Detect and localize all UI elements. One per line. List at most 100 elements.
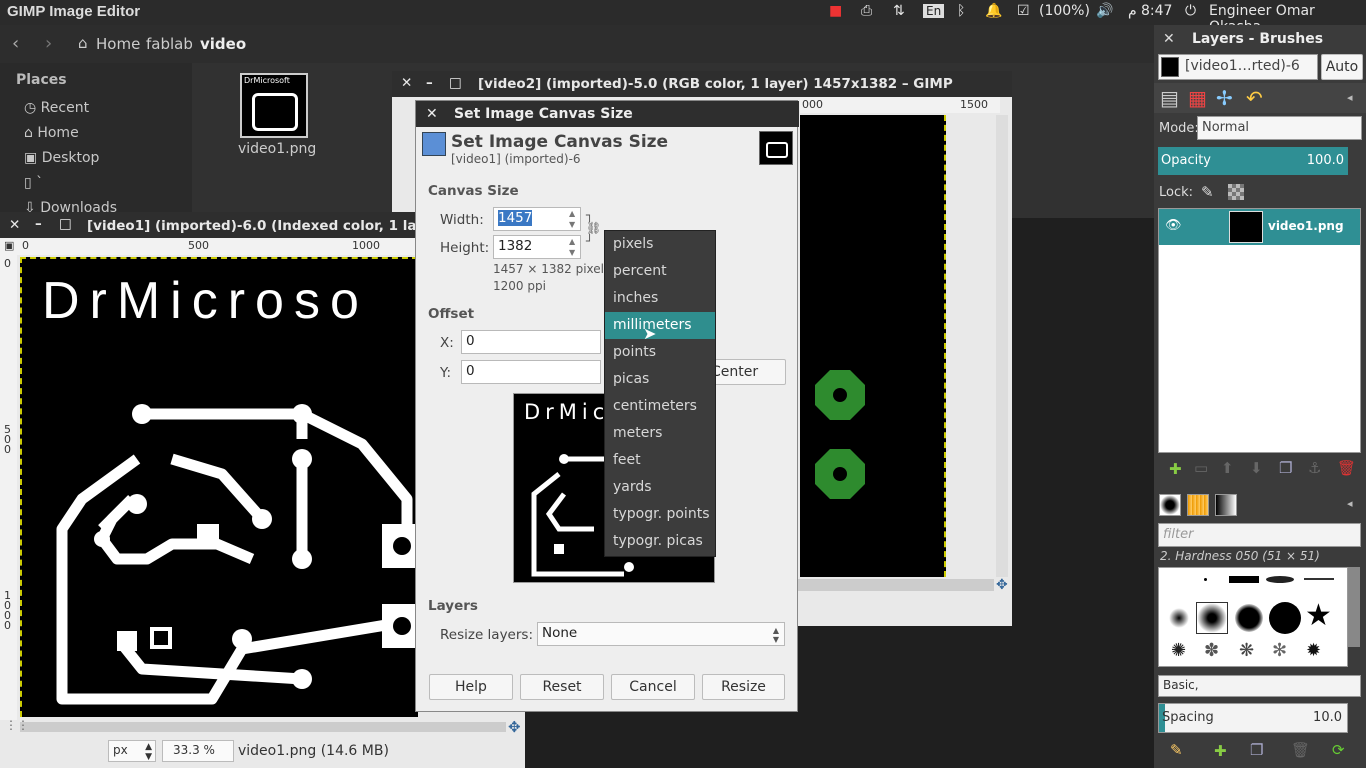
duplicate-layer-icon[interactable]: ❐ xyxy=(1279,459,1292,477)
channels-tab-icon[interactable]: ▦ xyxy=(1188,86,1207,110)
mode-select[interactable]: Normal xyxy=(1197,116,1362,140)
brush-item[interactable] xyxy=(1169,608,1189,628)
x-offset-input[interactable]: 0 xyxy=(461,330,601,354)
unit-option-percent[interactable]: percent xyxy=(605,258,715,285)
resize-layers-select[interactable]: None ▲ ▼ xyxy=(537,622,785,646)
minimize-icon[interactable]: – xyxy=(426,75,433,91)
close-icon[interactable]: ✕ xyxy=(426,106,438,122)
anchor-layer-icon[interactable]: ⚓ xyxy=(1308,459,1321,477)
breadcrumb-video[interactable]: video xyxy=(200,35,246,53)
raise-layer-icon[interactable]: ⬆ xyxy=(1221,459,1234,477)
clipboard-icon[interactable]: ☑ xyxy=(1017,3,1030,19)
place-desktop[interactable]: ▣ Desktop xyxy=(24,150,99,166)
y-offset-input[interactable]: 0 xyxy=(461,360,601,384)
tab-menu-icon[interactable]: ◂ xyxy=(1347,91,1353,104)
close-icon[interactable]: ✕ xyxy=(401,75,412,91)
brush-item[interactable]: ✻ xyxy=(1272,640,1287,661)
brushes-tab-icon[interactable] xyxy=(1159,494,1181,516)
brush-star-icon[interactable]: ★ xyxy=(1305,598,1332,633)
maximize-icon[interactable]: □ xyxy=(449,75,462,91)
brush-item[interactable] xyxy=(1229,576,1259,583)
auto-button[interactable]: Auto xyxy=(1321,54,1363,80)
close-icon[interactable]: ✕ xyxy=(9,217,20,233)
brush-item[interactable] xyxy=(1269,602,1301,634)
brush-item[interactable]: ✹ xyxy=(1306,640,1321,661)
video1-hscrollbar[interactable] xyxy=(20,722,506,732)
video2-scrollbar[interactable] xyxy=(996,115,1008,577)
tab-menu-icon[interactable]: ◂ xyxy=(1347,497,1353,510)
brush-scrollbar[interactable] xyxy=(1348,567,1360,647)
unit-option-yards[interactable]: yards xyxy=(605,474,715,501)
unit-option-centimeters[interactable]: centimeters xyxy=(605,393,715,420)
close-icon[interactable]: ✕ xyxy=(1163,31,1175,47)
video1-vruler[interactable]: 0 5 0 0 1 0 0 0 xyxy=(0,255,17,720)
delete-brush-icon[interactable]: 🗑 xyxy=(1291,741,1310,759)
file-thumbnail[interactable]: DrMicrosoft xyxy=(240,73,308,138)
ruler-corner-icon[interactable]: ▣ xyxy=(4,239,14,252)
unit-option-points[interactable]: points xyxy=(605,339,715,366)
spin-arrows-icon[interactable]: ▲ ▼ xyxy=(569,208,575,230)
layer-name[interactable]: video1.png xyxy=(1268,219,1344,233)
volume-icon[interactable]: 🔊 xyxy=(1096,3,1113,19)
undo-tab-icon[interactable]: ↶ xyxy=(1246,86,1263,110)
duplicate-brush-icon[interactable]: ❐ xyxy=(1250,741,1263,759)
quickmask-icon[interactable]: ⋮⋮ xyxy=(5,718,29,732)
unit-option-inches[interactable]: inches xyxy=(605,285,715,312)
image-select[interactable]: [video1…rted)-6 xyxy=(1158,54,1318,80)
unit-option-feet[interactable]: feet xyxy=(605,447,715,474)
patterns-tab-icon[interactable] xyxy=(1187,494,1209,516)
unit-option-pixels[interactable]: pixels xyxy=(605,231,715,258)
breadcrumb-home[interactable]: Home xyxy=(96,35,140,53)
clock-time[interactable]: 8:47 xyxy=(1141,3,1172,19)
video2-ruler[interactable]: 000 1500 xyxy=(800,97,1000,113)
chain-link-icon[interactable]: ┐ ⛓ ┘ xyxy=(586,209,601,248)
brush-item[interactable]: ✽ xyxy=(1204,640,1219,661)
network-icon[interactable]: ⇅ xyxy=(893,3,905,19)
resize-button[interactable]: Resize xyxy=(702,674,785,700)
layers-tab-icon[interactable]: ▤ xyxy=(1160,86,1179,110)
layer-row[interactable]: 👁 video1.png xyxy=(1159,209,1360,245)
zoom-select[interactable]: 33.3 % xyxy=(162,740,234,762)
unit-option-picas[interactable]: picas xyxy=(605,366,715,393)
brush-item[interactable] xyxy=(1235,604,1263,632)
height-input[interactable]: 1382 xyxy=(493,235,581,259)
help-button[interactable]: Help xyxy=(429,674,513,700)
file-name[interactable]: video1.png xyxy=(238,141,316,157)
visibility-eye-icon[interactable]: 👁 xyxy=(1165,218,1182,233)
back-icon[interactable]: ‹ xyxy=(12,33,19,54)
refresh-brushes-icon[interactable]: ⟳ xyxy=(1332,741,1345,759)
unit-select[interactable]: px ▲ ▼ xyxy=(108,740,156,762)
unit-option-meters[interactable]: meters xyxy=(605,420,715,447)
video2-canvas[interactable] xyxy=(800,115,946,577)
minimize-icon[interactable]: – xyxy=(35,216,42,232)
power-icon[interactable]: ⏻ xyxy=(1185,3,1196,19)
brush-item[interactable]: ❋ xyxy=(1239,640,1254,661)
spacing-slider[interactable]: Spacing 10.0 xyxy=(1158,703,1348,733)
edit-brush-icon[interactable]: ✎ xyxy=(1170,741,1183,759)
bluetooth-icon[interactable]: ᛒ xyxy=(957,3,965,19)
unit-option-millimeters[interactable]: millimeters xyxy=(605,312,715,339)
maximize-icon[interactable]: □ xyxy=(59,216,72,232)
notification-bell-icon[interactable]: 🔔 xyxy=(985,3,1002,19)
keyboard-lang-indicator[interactable]: En xyxy=(923,4,945,18)
brush-set-select[interactable]: Basic, xyxy=(1158,675,1361,697)
brush-item[interactable] xyxy=(1266,576,1294,583)
opacity-slider[interactable]: Opacity 100.0 xyxy=(1158,147,1348,175)
recorder-icon[interactable]: ■ xyxy=(829,3,842,19)
navigate-icon[interactable]: ✥ xyxy=(996,577,1008,593)
lock-alpha-icon[interactable] xyxy=(1228,184,1244,200)
battery-status[interactable]: (100%) xyxy=(1039,3,1090,19)
width-input[interactable]: 1457 xyxy=(493,207,581,231)
delete-layer-icon[interactable]: 🗑 xyxy=(1337,459,1356,477)
brush-grid[interactable]: ★ ✺ ✽ ❋ ✻ ✹ xyxy=(1158,567,1348,667)
paths-tab-icon[interactable]: ✢ xyxy=(1216,86,1233,110)
reset-button[interactable]: Reset xyxy=(520,674,604,700)
brush-filter-input[interactable]: filter xyxy=(1158,523,1361,547)
cancel-button[interactable]: Cancel xyxy=(611,674,695,700)
forward-icon[interactable]: › xyxy=(45,33,52,54)
place-backtick[interactable]: ▯ ` xyxy=(24,175,43,191)
spin-arrows-icon[interactable]: ▲ ▼ xyxy=(569,236,575,258)
lock-pixels-icon[interactable]: ✎ xyxy=(1201,183,1214,201)
printer-icon[interactable]: ⎙ xyxy=(861,3,872,19)
lower-layer-icon[interactable]: ⬇ xyxy=(1250,459,1263,477)
